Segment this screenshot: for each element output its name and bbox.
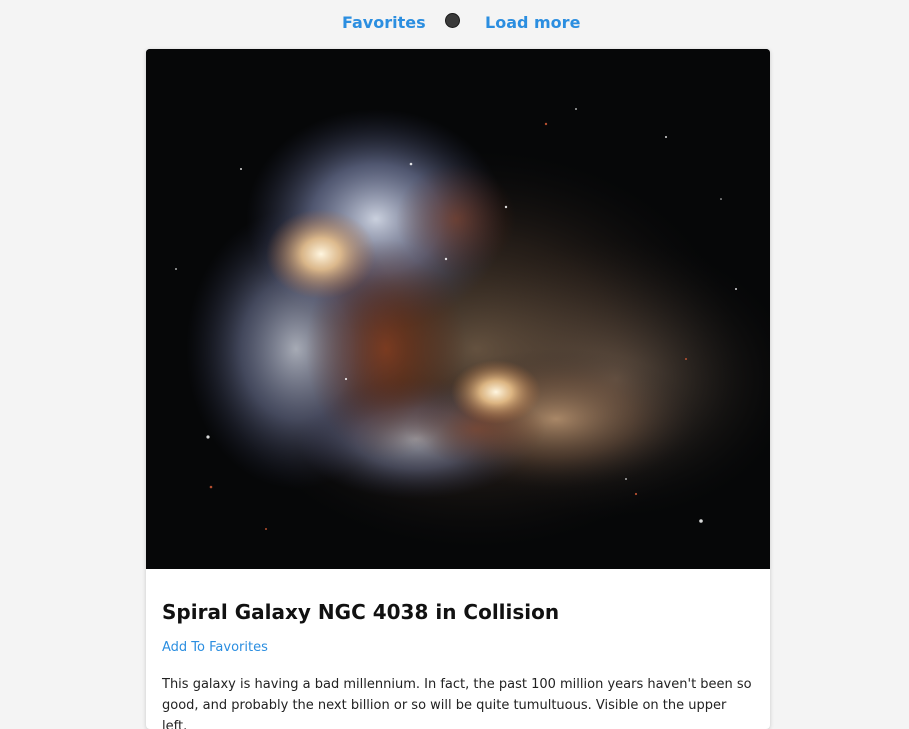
loading-indicator-icon: [445, 13, 460, 28]
card-title: Spiral Galaxy NGC 4038 in Collision: [162, 600, 560, 624]
favorites-link[interactable]: Favorites: [342, 13, 426, 33]
apod-card: Spiral Galaxy NGC 4038 in Collision Add …: [146, 49, 770, 729]
card-description: This galaxy is having a bad millennium. …: [162, 677, 752, 729]
add-to-favorites-link[interactable]: Add To Favorites: [162, 639, 268, 657]
top-nav: Favorites Load more: [0, 0, 909, 49]
load-more-link[interactable]: Load more: [485, 13, 580, 33]
galaxy-image: [146, 49, 770, 569]
